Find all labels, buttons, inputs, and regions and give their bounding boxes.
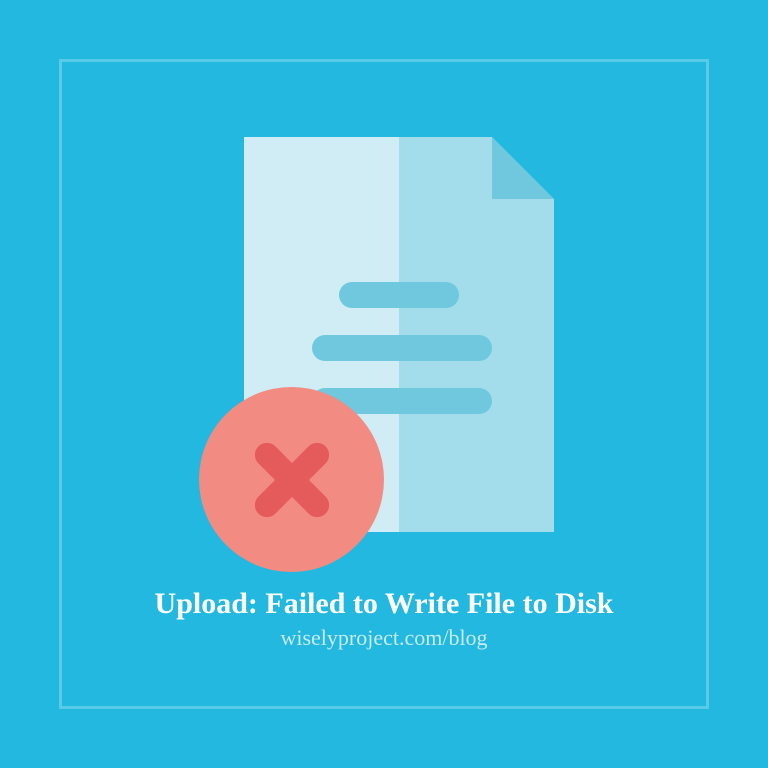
- error-badge: [199, 387, 384, 572]
- source-url-text: wiselyproject.com/blog: [280, 625, 487, 651]
- error-title: Upload: Failed to Write File to Disk: [155, 587, 614, 621]
- frame-border: Upload: Failed to Write File to Disk wis…: [59, 59, 709, 709]
- document-fold-corner: [492, 137, 554, 199]
- close-x-icon: [252, 440, 332, 520]
- file-error-illustration: [214, 137, 554, 557]
- document-text-line: [339, 282, 459, 308]
- document-text-line: [312, 335, 492, 361]
